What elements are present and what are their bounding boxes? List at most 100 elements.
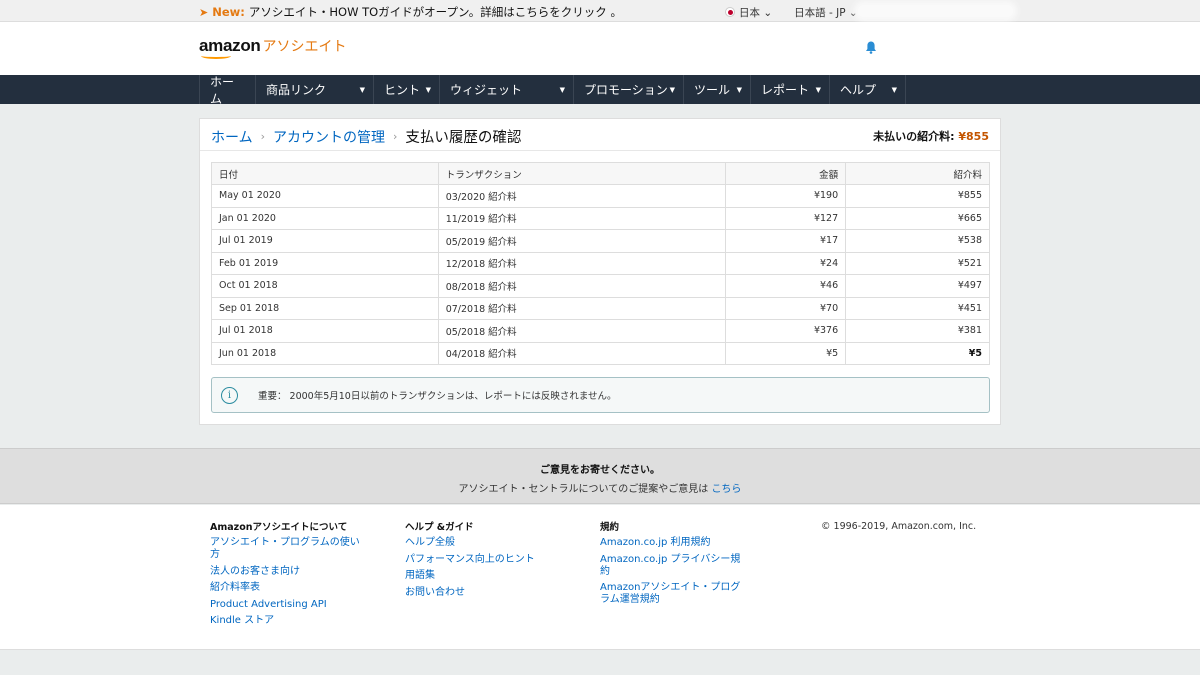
cell-amount: ¥24 — [725, 251, 847, 275]
cell-fee: ¥538 — [845, 229, 990, 253]
cell-fee: ¥855 — [845, 184, 990, 208]
footer-link[interactable]: パフォーマンス向上のヒント — [405, 554, 565, 566]
footer-col-title: Amazonアソシエイトについて — [210, 522, 348, 533]
footer-link[interactable]: アソシエイト・プログラムの使い方 — [210, 537, 360, 561]
cell-date: Jul 01 2019 — [211, 229, 439, 253]
japan-flag-icon — [725, 7, 735, 17]
chevron-down-icon: ⌄ — [763, 7, 773, 19]
breadcrumb: ホーム › アカウントの管理 › 支払い履歴の確認 — [211, 126, 521, 147]
site-footer: Amazonアソシエイトについて アソシエイト・プログラムの使い方 法人のお客さ… — [0, 505, 1200, 650]
nav-item-product-links[interactable]: 商品リンク ▼ — [255, 75, 373, 104]
announcement-text[interactable]: アソシエイト・HOW TOガイドがオープン。詳細はこちらをクリック 。 — [249, 4, 622, 20]
unpaid-amount: ¥855 — [958, 130, 989, 143]
caret-down-icon: ▼ — [559, 86, 565, 94]
cell-date: Jul 01 2018 — [211, 319, 439, 343]
feedback-text: アソシエイト・セントラルについてのご提案やご意見は こちら — [458, 484, 742, 495]
chevron-right-icon: › — [260, 130, 265, 143]
main-nav: ホーム 商品リンク ▼ ヒント ▼ ウィジェット ▼ プロモーション ▼ ツール ▼ レポ… — [0, 75, 1200, 106]
table-row: Feb 01 2019 12/2018 紹介料 ¥24 ¥521 — [211, 251, 990, 275]
nav-item-widgets[interactable]: ウィジェット ▼ — [439, 75, 573, 104]
site-header: amazon アソシエイト — [0, 22, 1200, 75]
feedback-band: ご意見をお寄せください。 アソシエイト・セントラルについてのご提案やご意見は こ… — [0, 448, 1200, 504]
table-row: Sep 01 2018 07/2018 紹介料 ¥70 ¥451 — [211, 296, 990, 320]
notification-bell-icon[interactable] — [865, 41, 877, 54]
table-row: Oct 01 2018 08/2018 紹介料 ¥46 ¥497 — [211, 274, 990, 298]
language-selector[interactable]: 日本語 - JP ⌄ — [794, 5, 858, 20]
caret-down-icon: ▼ — [425, 86, 431, 94]
footer-col-title: 規約 — [600, 522, 620, 533]
page-title: 支払い履歴の確認 — [405, 130, 522, 146]
announcement-bar: ➤ New: アソシエイト・HOW TOガイドがオープン。詳細はこちらをクリック… — [0, 0, 1200, 22]
footer-link[interactable]: Kindle ストア — [210, 615, 360, 627]
caret-down-icon: ▼ — [736, 86, 742, 94]
cell-fee: ¥5 — [845, 341, 990, 365]
cell-fee: ¥665 — [845, 206, 990, 230]
cell-date: Jun 01 2018 — [211, 341, 439, 365]
footer-link[interactable]: ヘルプ全般 — [405, 537, 565, 549]
cell-amount: ¥190 — [725, 184, 847, 208]
footer-link[interactable]: 紹介料率表 — [210, 582, 360, 594]
cell-transaction: 05/2019 紹介料 — [437, 229, 727, 253]
footer-link[interactable]: 用語集 — [405, 570, 565, 582]
unpaid-fee: 未払いの紹介料: ¥855 — [873, 128, 989, 144]
cell-transaction: 05/2018 紹介料 — [437, 319, 727, 343]
payment-history-panel: ホーム › アカウントの管理 › 支払い履歴の確認 未払いの紹介料: ¥855 … — [199, 118, 1001, 425]
logo-main: amazon — [199, 36, 261, 59]
transaction-table: 日付 トランザクション 金額 紹介料 May 01 2020 03/2020 紹介… — [211, 162, 990, 365]
cell-fee: ¥521 — [845, 251, 990, 275]
cell-amount: ¥376 — [725, 319, 847, 343]
breadcrumb-home[interactable]: ホーム — [211, 127, 253, 147]
cell-fee: ¥381 — [845, 319, 990, 343]
caret-down-icon: ▼ — [815, 86, 821, 94]
cell-transaction: 11/2019 紹介料 — [437, 206, 727, 230]
copyright: © 1996-2019, Amazon.com, Inc. — [821, 521, 977, 532]
cell-transaction: 07/2018 紹介料 — [437, 296, 727, 320]
footer-link[interactable]: Product Advertising API — [210, 599, 360, 611]
nav-item-promotions[interactable]: プロモーション ▼ — [573, 75, 683, 104]
footer-link[interactable]: Amazon.co.jp プライバシー規約 — [600, 554, 750, 578]
cell-date: Oct 01 2018 — [211, 274, 439, 298]
caret-down-icon: ▼ — [359, 86, 365, 94]
cell-amount: ¥127 — [725, 206, 847, 230]
info-icon: i — [221, 386, 238, 404]
footer-link[interactable]: お問い合わせ — [405, 587, 565, 599]
col-header-date: 日付 — [211, 162, 439, 185]
important-notice: i 重要： 2000年5月10日以前のトランザクションは、レポートには反映されま… — [211, 377, 990, 413]
nav-item-reports[interactable]: レポート ▼ — [750, 75, 829, 104]
cell-date: Sep 01 2018 — [211, 296, 439, 320]
cell-fee: ¥497 — [845, 274, 990, 298]
cell-amount: ¥5 — [725, 341, 847, 365]
nav-item-help[interactable]: ヘルプ ▼ — [829, 75, 906, 104]
cell-amount: ¥46 — [725, 274, 847, 298]
amazon-associates-logo[interactable]: amazon アソシエイト — [199, 36, 347, 59]
cell-amount: ¥17 — [725, 229, 847, 253]
chevron-right-icon: › — [393, 130, 398, 143]
nav-item-tools[interactable]: ツール ▼ — [683, 75, 750, 104]
table-row: May 01 2020 03/2020 紹介料 ¥190 ¥855 — [211, 184, 990, 208]
logo-sub: アソシエイト — [262, 39, 347, 55]
feedback-link[interactable]: こちら — [711, 484, 741, 495]
footer-link[interactable]: 法人のお客さま向け — [210, 566, 360, 578]
footer-col-title: ヘルプ &ガイド — [405, 522, 474, 533]
table-row: Jul 01 2019 05/2019 紹介料 ¥17 ¥538 — [211, 229, 990, 253]
chevron-down-icon: ⌄ — [848, 7, 858, 19]
nav-item-home[interactable]: ホーム — [199, 75, 255, 106]
announcement[interactable]: ➤ New: アソシエイト・HOW TOガイドがオープン。詳細はこちらをクリック… — [199, 4, 622, 20]
cell-date: May 01 2020 — [211, 184, 439, 208]
footer-link[interactable]: Amazonアソシエイト・プログラム運営規約 — [600, 582, 750, 606]
nav-item-tips[interactable]: ヒント ▼ — [373, 75, 439, 104]
table-row: Jan 01 2020 11/2019 紹介料 ¥127 ¥665 — [211, 206, 990, 230]
cell-date: Jan 01 2020 — [211, 206, 439, 230]
notice-text: 重要： 2000年5月10日以前のトランザクションは、レポートには反映されません… — [258, 391, 617, 402]
cell-transaction: 12/2018 紹介料 — [437, 251, 727, 275]
footer-col-about: Amazonアソシエイトについて アソシエイト・プログラムの使い方 法人のお客さ… — [210, 519, 360, 632]
feedback-title: ご意見をお寄せください。 — [540, 465, 660, 476]
footer-link[interactable]: Amazon.co.jp 利用規約 — [600, 537, 750, 549]
breadcrumb-account[interactable]: アカウントの管理 — [273, 127, 385, 147]
cell-fee: ¥451 — [845, 296, 990, 320]
footer-col-help: ヘルプ &ガイド ヘルプ全般 パフォーマンス向上のヒント 用語集 お問い合わせ — [405, 519, 565, 603]
rocket-icon: ➤ — [199, 5, 209, 19]
region-selector[interactable]: 日本 ⌄ — [725, 5, 772, 20]
col-header-amount: 金額 — [725, 162, 847, 185]
redacted-account-name — [858, 5, 1013, 17]
